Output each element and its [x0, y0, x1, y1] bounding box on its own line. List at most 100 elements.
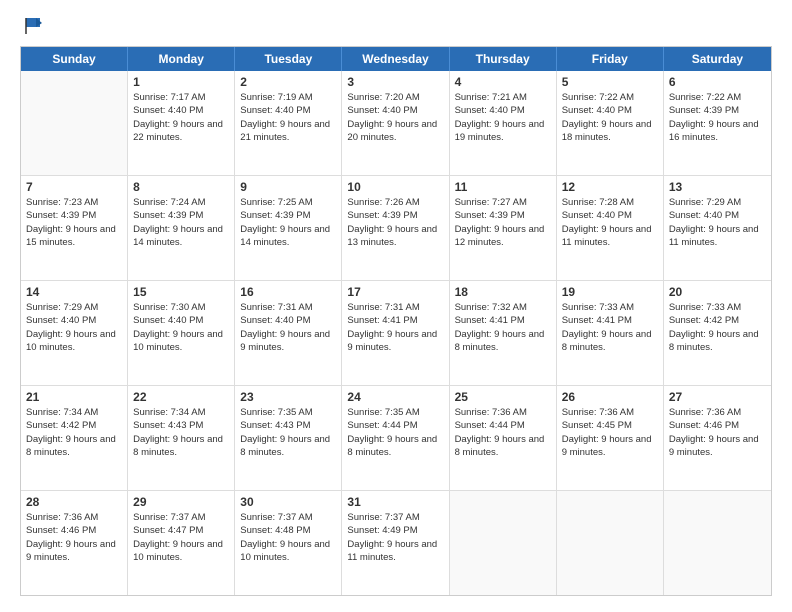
- cell-info: Sunrise: 7:21 AM Sunset: 4:40 PM Dayligh…: [455, 91, 551, 144]
- week-row-5: 28Sunrise: 7:36 AM Sunset: 4:46 PM Dayli…: [21, 491, 771, 595]
- cal-cell: 30 Sunrise: 7:37 AM Sunset: 4:48 PM Dayli…: [235, 491, 342, 595]
- cal-cell: 13 Sunrise: 7:29 AM Sunset: 4:40 PM Dayli…: [664, 176, 771, 280]
- day-number: 26: [562, 390, 658, 404]
- cell-info: Sunrise: 7:29 AM Sunset: 4:40 PM Dayligh…: [669, 196, 766, 249]
- cal-cell: 29 Sunrise: 7:37 AM Sunset: 4:47 PM Dayli…: [128, 491, 235, 595]
- day-number: 6: [669, 75, 766, 89]
- day-number: 8: [133, 180, 229, 194]
- cell-info: Sunrise: 7:33 AM Sunset: 4:41 PM Dayligh…: [562, 301, 658, 354]
- header-day-wednesday: Wednesday: [342, 47, 449, 71]
- day-number: 18: [455, 285, 551, 299]
- day-number: 4: [455, 75, 551, 89]
- cal-cell: [21, 71, 128, 175]
- cell-info: Sunrise: 7:33 AM Sunset: 4:42 PM Dayligh…: [669, 301, 766, 354]
- day-number: 13: [669, 180, 766, 194]
- day-number: 28: [26, 495, 122, 509]
- cal-cell: 4 Sunrise: 7:21 AM Sunset: 4:40 PM Daylig…: [450, 71, 557, 175]
- cal-cell: 5Sunrise: 7:22 AM Sunset: 4:40 PM Daylig…: [557, 71, 664, 175]
- day-number: 15: [133, 285, 229, 299]
- calendar: SundayMondayTuesdayWednesdayThursdayFrid…: [20, 46, 772, 596]
- day-number: 29: [133, 495, 229, 509]
- cal-cell: 21 Sunrise: 7:34 AM Sunset: 4:42 PM Dayli…: [21, 386, 128, 490]
- day-number: 17: [347, 285, 443, 299]
- day-number: 10: [347, 180, 443, 194]
- cell-info: Sunrise: 7:36 AM Sunset: 4:44 PM Dayligh…: [455, 406, 551, 459]
- header-day-monday: Monday: [128, 47, 235, 71]
- cell-info: Sunrise: 7:32 AM Sunset: 4:41 PM Dayligh…: [455, 301, 551, 354]
- cal-cell: 9 Sunrise: 7:25 AM Sunset: 4:39 PM Daylig…: [235, 176, 342, 280]
- cell-info: Sunrise: 7:17 AM Sunset: 4:40 PM Dayligh…: [133, 91, 229, 144]
- cal-cell: 14 Sunrise: 7:29 AM Sunset: 4:40 PM Dayli…: [21, 281, 128, 385]
- cell-info: Sunrise: 7:28 AM Sunset: 4:40 PM Dayligh…: [562, 196, 658, 249]
- cell-info: Sunrise: 7:25 AM Sunset: 4:39 PM Dayligh…: [240, 196, 336, 249]
- day-number: 3: [347, 75, 443, 89]
- cal-cell: 27 Sunrise: 7:36 AM Sunset: 4:46 PM Dayli…: [664, 386, 771, 490]
- calendar-body: 1 Sunrise: 7:17 AM Sunset: 4:40 PM Daylig…: [21, 71, 771, 595]
- cell-info: Sunrise: 7:37 AM Sunset: 4:48 PM Dayligh…: [240, 511, 336, 564]
- cell-info: Sunrise: 7:35 AM Sunset: 4:44 PM Dayligh…: [347, 406, 443, 459]
- day-number: 14: [26, 285, 122, 299]
- header-day-sunday: Sunday: [21, 47, 128, 71]
- cell-info: Sunrise: 7:34 AM Sunset: 4:42 PM Dayligh…: [26, 406, 122, 459]
- day-number: 1: [133, 75, 229, 89]
- cal-cell: 19 Sunrise: 7:33 AM Sunset: 4:41 PM Dayli…: [557, 281, 664, 385]
- cal-cell: [450, 491, 557, 595]
- cal-cell: 11 Sunrise: 7:27 AM Sunset: 4:39 PM Dayli…: [450, 176, 557, 280]
- header-day-friday: Friday: [557, 47, 664, 71]
- cal-cell: 16Sunrise: 7:31 AM Sunset: 4:40 PM Dayli…: [235, 281, 342, 385]
- cell-info: Sunrise: 7:36 AM Sunset: 4:46 PM Dayligh…: [669, 406, 766, 459]
- cal-cell: 8 Sunrise: 7:24 AM Sunset: 4:39 PM Daylig…: [128, 176, 235, 280]
- cell-info: Sunrise: 7:20 AM Sunset: 4:40 PM Dayligh…: [347, 91, 443, 144]
- day-number: 21: [26, 390, 122, 404]
- cal-cell: 25Sunrise: 7:36 AM Sunset: 4:44 PM Dayli…: [450, 386, 557, 490]
- header-day-saturday: Saturday: [664, 47, 771, 71]
- cell-info: Sunrise: 7:35 AM Sunset: 4:43 PM Dayligh…: [240, 406, 336, 459]
- header: [20, 16, 772, 36]
- cell-info: Sunrise: 7:26 AM Sunset: 4:39 PM Dayligh…: [347, 196, 443, 249]
- cal-cell: 31 Sunrise: 7:37 AM Sunset: 4:49 PM Dayli…: [342, 491, 449, 595]
- cal-cell: [664, 491, 771, 595]
- cal-cell: [557, 491, 664, 595]
- cell-info: Sunrise: 7:31 AM Sunset: 4:41 PM Dayligh…: [347, 301, 443, 354]
- cal-cell: 23 Sunrise: 7:35 AM Sunset: 4:43 PM Dayli…: [235, 386, 342, 490]
- cal-cell: 15 Sunrise: 7:30 AM Sunset: 4:40 PM Dayli…: [128, 281, 235, 385]
- cell-info: Sunrise: 7:29 AM Sunset: 4:40 PM Dayligh…: [26, 301, 122, 354]
- day-number: 31: [347, 495, 443, 509]
- day-number: 19: [562, 285, 658, 299]
- cal-cell: 17 Sunrise: 7:31 AM Sunset: 4:41 PM Dayli…: [342, 281, 449, 385]
- week-row-4: 21 Sunrise: 7:34 AM Sunset: 4:42 PM Dayli…: [21, 386, 771, 491]
- day-number: 27: [669, 390, 766, 404]
- cell-info: Sunrise: 7:23 AM Sunset: 4:39 PM Dayligh…: [26, 196, 122, 249]
- day-number: 23: [240, 390, 336, 404]
- day-number: 12: [562, 180, 658, 194]
- cal-cell: 20 Sunrise: 7:33 AM Sunset: 4:42 PM Dayli…: [664, 281, 771, 385]
- cal-cell: 28Sunrise: 7:36 AM Sunset: 4:46 PM Dayli…: [21, 491, 128, 595]
- cell-info: Sunrise: 7:27 AM Sunset: 4:39 PM Dayligh…: [455, 196, 551, 249]
- cal-cell: 2 Sunrise: 7:19 AM Sunset: 4:40 PM Daylig…: [235, 71, 342, 175]
- cell-info: Sunrise: 7:37 AM Sunset: 4:49 PM Dayligh…: [347, 511, 443, 564]
- cell-info: Sunrise: 7:24 AM Sunset: 4:39 PM Dayligh…: [133, 196, 229, 249]
- cal-cell: 10 Sunrise: 7:26 AM Sunset: 4:39 PM Dayli…: [342, 176, 449, 280]
- day-number: 30: [240, 495, 336, 509]
- cell-info: Sunrise: 7:19 AM Sunset: 4:40 PM Dayligh…: [240, 91, 336, 144]
- week-row-3: 14 Sunrise: 7:29 AM Sunset: 4:40 PM Dayli…: [21, 281, 771, 386]
- cell-info: Sunrise: 7:37 AM Sunset: 4:47 PM Dayligh…: [133, 511, 229, 564]
- week-row-2: 7Sunrise: 7:23 AM Sunset: 4:39 PM Daylig…: [21, 176, 771, 281]
- day-number: 22: [133, 390, 229, 404]
- day-number: 24: [347, 390, 443, 404]
- day-number: 9: [240, 180, 336, 194]
- cal-cell: 22Sunrise: 7:34 AM Sunset: 4:43 PM Dayli…: [128, 386, 235, 490]
- cal-cell: 7Sunrise: 7:23 AM Sunset: 4:39 PM Daylig…: [21, 176, 128, 280]
- day-number: 20: [669, 285, 766, 299]
- cal-cell: 1 Sunrise: 7:17 AM Sunset: 4:40 PM Daylig…: [128, 71, 235, 175]
- header-day-thursday: Thursday: [450, 47, 557, 71]
- day-number: 2: [240, 75, 336, 89]
- logo: [20, 16, 44, 36]
- cell-info: Sunrise: 7:30 AM Sunset: 4:40 PM Dayligh…: [133, 301, 229, 354]
- cal-cell: 12 Sunrise: 7:28 AM Sunset: 4:40 PM Dayli…: [557, 176, 664, 280]
- day-number: 16: [240, 285, 336, 299]
- header-day-tuesday: Tuesday: [235, 47, 342, 71]
- cal-cell: 3 Sunrise: 7:20 AM Sunset: 4:40 PM Daylig…: [342, 71, 449, 175]
- day-number: 11: [455, 180, 551, 194]
- calendar-header-row: SundayMondayTuesdayWednesdayThursdayFrid…: [21, 47, 771, 71]
